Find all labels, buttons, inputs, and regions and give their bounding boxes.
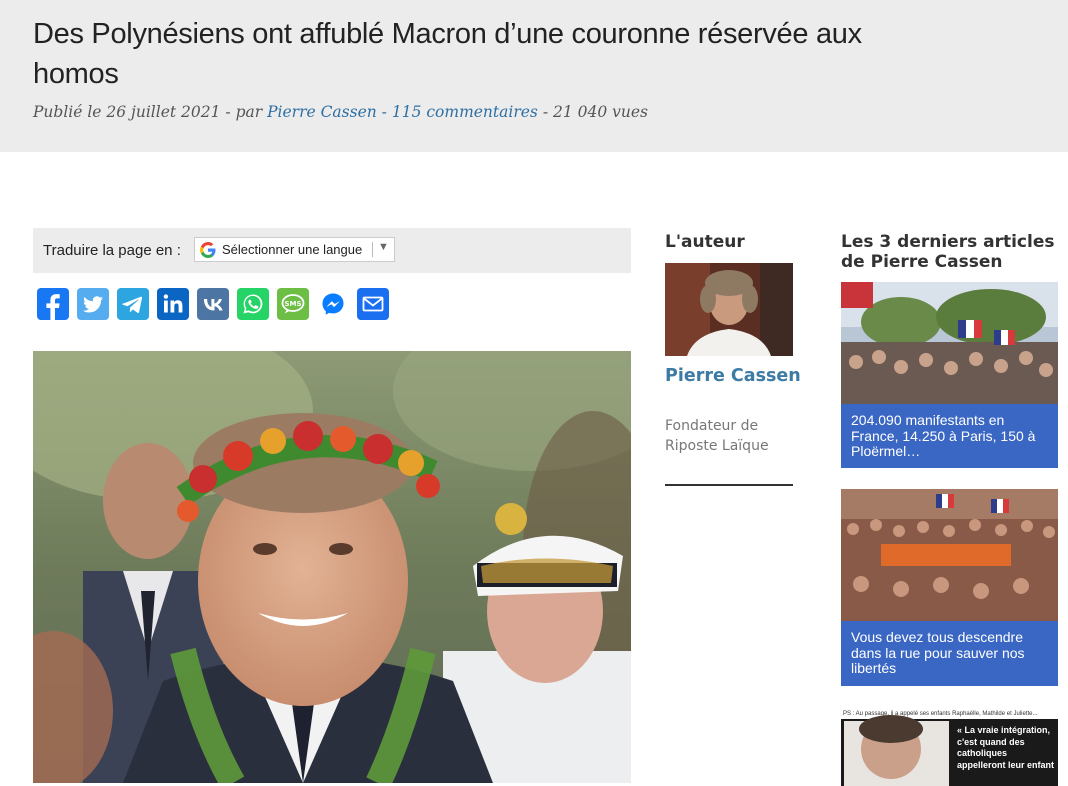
chevron-down-icon: ▼ (378, 241, 389, 253)
divider (665, 484, 793, 486)
latest-article-card[interactable]: 204.090 manifestants en France, 14.250 à… (841, 282, 1058, 468)
article-thumbnail (841, 489, 1058, 621)
telegram-icon[interactable] (117, 288, 149, 320)
comments-link[interactable]: 115 commentaires (392, 103, 538, 121)
thumbnail-caption-text: PS : Au passage, il a appelé ses enfants… (843, 711, 1038, 717)
language-select[interactable]: Sélectionner une langue ▼ (194, 237, 395, 262)
article-caption[interactable]: Vous devez tous descendre dans la rue po… (841, 621, 1058, 686)
author-photo[interactable] (665, 263, 793, 356)
article-hero-image (33, 351, 631, 783)
author-bio: Fondateur de Riposte Laïque (665, 418, 769, 454)
latest-article-card[interactable]: Vous devez tous descendre dans la rue po… (841, 489, 1058, 686)
twitter-icon[interactable] (77, 288, 109, 320)
author-link[interactable]: Pierre Cassen (267, 103, 377, 121)
author-heading: L'auteur (665, 232, 745, 252)
meta-separator: - (376, 103, 392, 121)
author-box: L'auteur Pierre Cassen Fondateur de Ripo… (665, 232, 801, 486)
publish-date: Publié le 26 juillet 2021 - par (33, 103, 268, 121)
select-divider (372, 242, 373, 257)
sms-icon[interactable]: SMS (277, 288, 309, 320)
view-count: - 21 040 vues (537, 103, 649, 121)
article-title: Des Polynésiens ont affublé Macron d’une… (33, 18, 862, 90)
thumbnail-quote-text: « La vraie intégration, c'est quand des … (957, 725, 1055, 770)
latest-article-card[interactable]: PS : Au passage, il a appelé ses enfants… (841, 707, 1058, 786)
whatsapp-icon[interactable] (237, 288, 269, 320)
vk-icon[interactable] (197, 288, 229, 320)
google-icon (199, 241, 217, 259)
article-thumbnail (841, 282, 1058, 404)
article-header: Des Polynésiens ont affublé Macron d’une… (0, 0, 1068, 152)
translate-label: Traduire la page en : (43, 242, 181, 259)
article-meta: Publié le 26 juillet 2021 - par Pierre C… (33, 103, 648, 121)
language-select-value: Sélectionner une langue (222, 242, 363, 257)
author-name-link[interactable]: Pierre Cassen (665, 366, 801, 386)
translate-bar: Traduire la page en : Sélectionner une l… (33, 228, 631, 273)
messenger-icon[interactable] (317, 288, 349, 320)
email-icon[interactable] (357, 288, 389, 320)
linkedin-icon[interactable] (157, 288, 189, 320)
latest-articles-heading: Les 3 derniers articles de Pierre Cassen (841, 232, 1055, 272)
article-thumbnail: PS : Au passage, il a appelé ses enfants… (841, 707, 1058, 786)
sms-icon-text: SMS (284, 300, 301, 308)
facebook-icon[interactable] (37, 288, 69, 320)
article-caption[interactable]: 204.090 manifestants en France, 14.250 à… (841, 404, 1058, 468)
